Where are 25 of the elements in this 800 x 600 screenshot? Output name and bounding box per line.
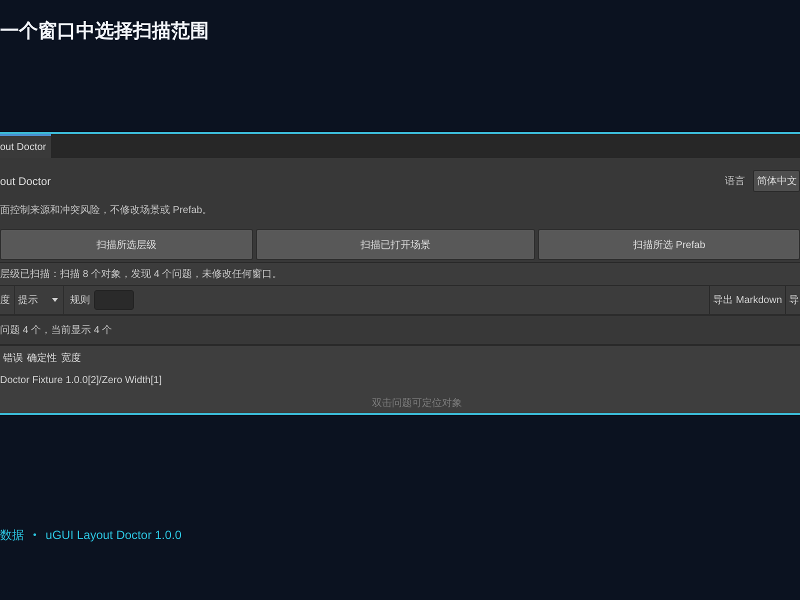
issue-summary: 问题 4 个，当前显示 4 个 xyxy=(0,324,112,337)
rule-label: 规则 xyxy=(70,294,90,307)
severity-dropdown[interactable]: 提示 xyxy=(14,286,64,314)
caret-icon xyxy=(52,298,58,302)
issue-tag: 错误 xyxy=(3,351,23,365)
panel-description: 面控制来源和冲突风险，不修改场景或 Prefab。 xyxy=(0,204,212,217)
language-dropdown[interactable]: 简体中文 xyxy=(753,170,800,192)
window-tab[interactable]: out Doctor xyxy=(0,134,52,158)
separator-dot: • xyxy=(33,530,37,540)
panel-title: out Doctor xyxy=(0,176,51,188)
status-message: 层级已扫描：扫描 8 个对象，发现 4 个问题，未修改任何窗口。 xyxy=(0,268,282,281)
issue-row[interactable]: Doctor Fixture 1.0.0[2]/Zero Width[1] xyxy=(0,375,162,386)
footer-text: 数据 xyxy=(0,526,24,544)
export-button[interactable]: 导 xyxy=(785,286,800,314)
issue-tag: 确定性 xyxy=(27,351,57,365)
page-title: 一个窗口中选择扫描范围 xyxy=(0,19,209,43)
scan-button[interactable]: 扫描所选 Prefab xyxy=(538,229,800,260)
rule-input-field[interactable] xyxy=(94,290,134,310)
scan-button[interactable]: 扫描已打开场景 xyxy=(256,229,536,260)
issue-tag: 宽度 xyxy=(61,351,81,365)
language-label: 语言 xyxy=(725,174,745,188)
scan-button[interactable]: 扫描所选层级 xyxy=(0,229,253,260)
severity-label: 度 xyxy=(0,294,10,307)
version-text: uGUI Layout Doctor 1.0.0 xyxy=(46,528,182,542)
hint-text: 双击问题可定位对象 xyxy=(372,396,462,410)
